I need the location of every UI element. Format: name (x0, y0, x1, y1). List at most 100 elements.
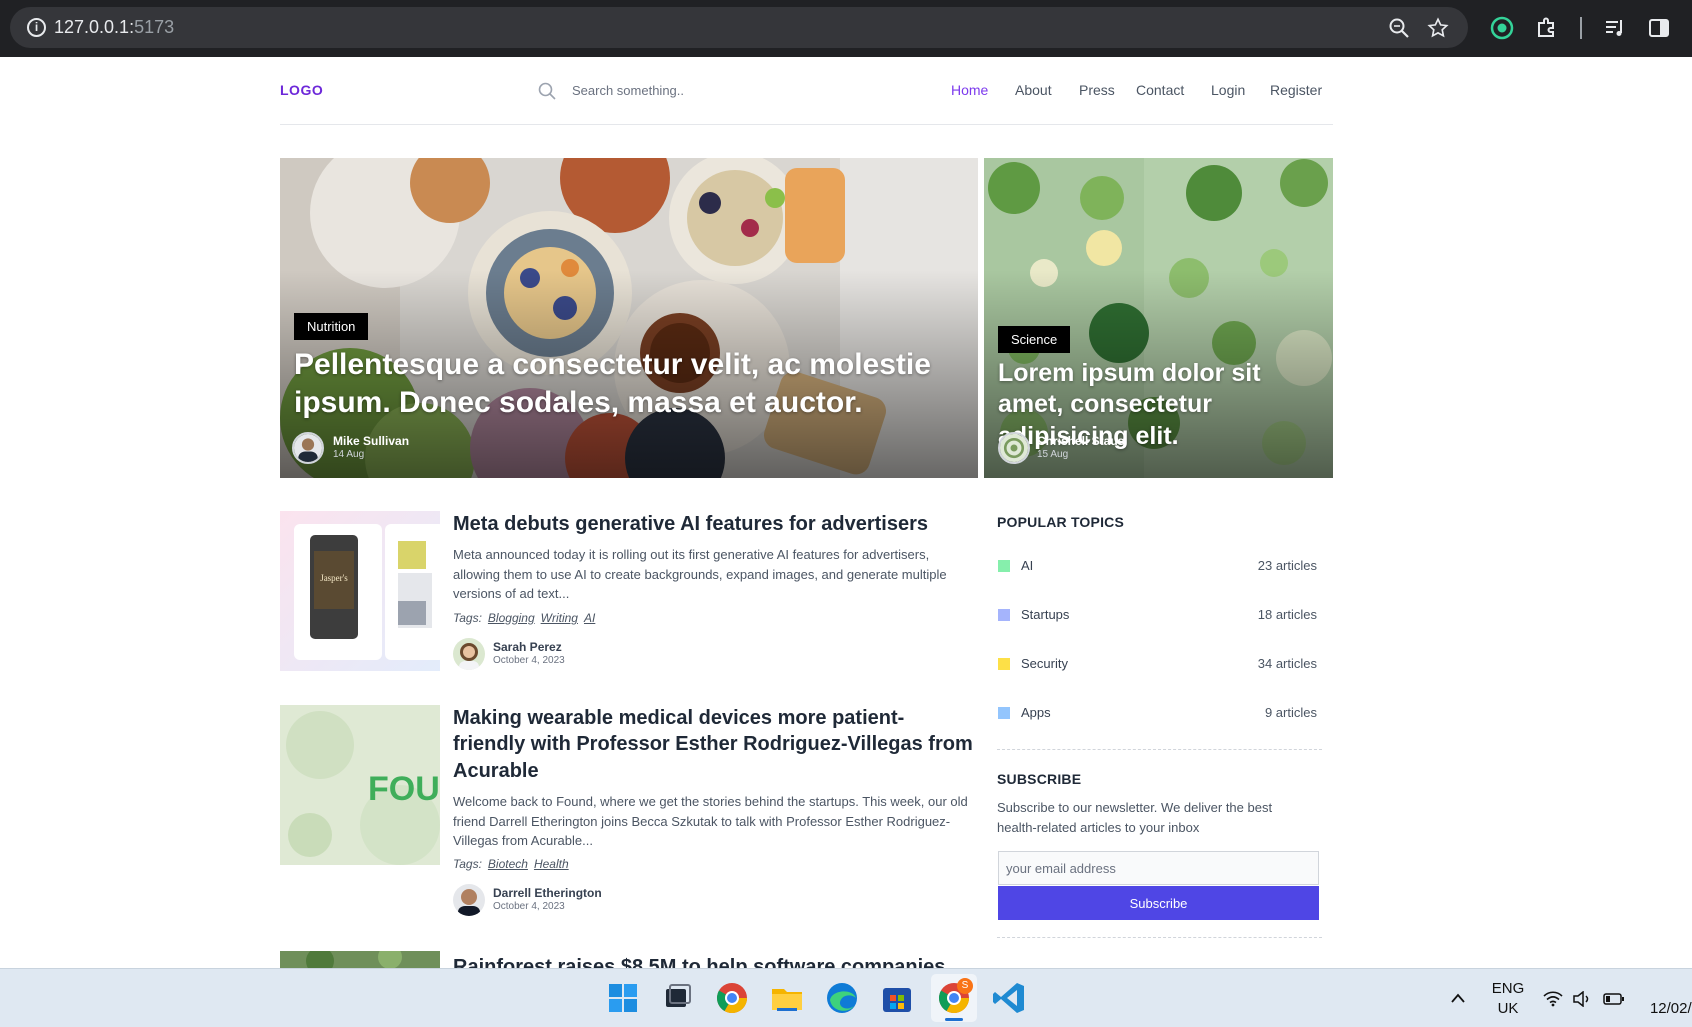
article-card: FOU Making wearable medical devices more… (280, 705, 980, 925)
chrome-active-app[interactable]: S (931, 974, 977, 1022)
extensions-puzzle-icon[interactable] (1535, 16, 1559, 40)
nav-register[interactable]: Register (1270, 82, 1322, 98)
tags-label: Tags: (453, 611, 482, 625)
article-title[interactable]: Meta debuts generative AI features for a… (453, 511, 973, 537)
battery-icon[interactable] (1603, 992, 1625, 1006)
hero-overlay (280, 158, 978, 478)
chevron-up-icon[interactable] (1450, 991, 1466, 1005)
topic-color-swatch (998, 560, 1010, 572)
hero-category-badge[interactable]: Science (998, 326, 1071, 353)
article-excerpt: Meta announced today it is rolling out i… (453, 547, 947, 601)
topic-item[interactable]: Startups 18 articles (997, 605, 1317, 625)
toolbar-separator (1580, 17, 1582, 39)
nav-home[interactable]: Home (951, 82, 988, 98)
article-title[interactable]: Rainforest raises $8.5M to help software… (453, 954, 973, 968)
topic-count: 9 articles (1264, 705, 1317, 720)
wifi-icon[interactable] (1543, 991, 1563, 1007)
topic-item[interactable]: AI 23 articles (997, 556, 1317, 576)
vscode-icon[interactable] (989, 978, 1029, 1018)
clock-date: 12/02/2 (1649, 1000, 1692, 1017)
system-clock[interactable]: 1 12/02/2 (1640, 979, 1692, 1019)
address-bar[interactable]: i 127.0.0.1:5173 (10, 7, 1468, 48)
article-date: October 4, 2023 (493, 901, 565, 912)
article-thumbnail[interactable]: FOU (280, 705, 440, 865)
chrome-icon[interactable] (712, 978, 752, 1018)
ad-mockup-image: Jasper's (280, 511, 440, 671)
article-thumbnail[interactable] (280, 951, 440, 968)
header-divider (280, 124, 1333, 125)
edge-icon[interactable] (822, 978, 862, 1018)
profile-badge: S (957, 978, 973, 994)
article-date: October 4, 2023 (493, 655, 565, 666)
article-thumbnail[interactable]: Jasper's (280, 511, 440, 671)
language-indicator[interactable]: ENG UK (1490, 979, 1526, 1019)
volume-icon[interactable] (1572, 991, 1592, 1007)
thumbnail-brand-text: FOU (368, 770, 440, 808)
author-avatar (453, 884, 485, 916)
topic-color-swatch (998, 658, 1010, 670)
article-tags: Tags: Biotech Health (453, 857, 569, 871)
topic-name: Security (1021, 656, 1068, 671)
hero-date: 15 Aug (1037, 449, 1069, 460)
url-text[interactable]: 127.0.0.1:5173 (54, 17, 174, 38)
extension-green-icon[interactable] (1490, 16, 1514, 40)
windows-start-icon[interactable] (603, 978, 643, 1018)
topic-color-swatch (998, 707, 1010, 719)
task-view-icon[interactable] (657, 978, 697, 1018)
region-code: UK (1497, 1000, 1519, 1017)
nav-press[interactable]: Press (1079, 82, 1115, 98)
topic-count: 18 articles (1257, 607, 1317, 622)
subscribe-button[interactable]: Subscribe (998, 886, 1319, 920)
article-card: Rainforest raises $8.5M to help software… (280, 951, 980, 968)
topic-name: Apps (1021, 705, 1051, 720)
article-title[interactable]: Making wearable medical devices more pat… (453, 705, 973, 784)
topic-count: 23 articles (1257, 558, 1317, 573)
clock-time: 1 (1640, 979, 1692, 999)
microsoft-store-icon[interactable] (877, 978, 917, 1018)
hero-author-name[interactable]: Mike Sullivan (333, 434, 409, 448)
hero-title[interactable]: Pellentesque a consectetur velit, ac mol… (294, 346, 954, 421)
site-info-icon[interactable]: i (27, 18, 46, 37)
article-excerpt: Welcome back to Found, where we get the … (453, 794, 968, 848)
bookmark-star-icon[interactable] (1427, 17, 1449, 39)
hero-category-badge[interactable]: Nutrition (294, 313, 369, 340)
subscribe-description: Subscribe to our newsletter. We deliver … (997, 800, 1273, 836)
zoom-icon[interactable] (1388, 17, 1410, 39)
topic-item[interactable]: Apps 9 articles (997, 703, 1317, 723)
topic-color-swatch (998, 609, 1010, 621)
hero-secondary-post[interactable]: Science Lorem ipsum dolor sit amet, cons… (984, 158, 1333, 478)
topic-item[interactable]: Security 34 articles (997, 654, 1317, 674)
url-host: 127.0.0.1: (54, 17, 135, 37)
active-indicator (945, 1018, 963, 1021)
nav-login[interactable]: Login (1211, 82, 1245, 98)
email-field[interactable] (998, 851, 1319, 885)
media-controls-icon[interactable] (1603, 16, 1627, 40)
sidebar-divider (997, 749, 1322, 750)
hero-date: 14 Aug (333, 449, 365, 460)
author-avatar (453, 638, 485, 670)
main-nav: Home About Press Contact Login Register (0, 82, 1692, 102)
nav-about[interactable]: About (1015, 82, 1052, 98)
article-card: Jasper's Meta debuts generative AI featu… (280, 511, 980, 676)
subscribe-heading: SUBSCRIBE (997, 771, 1082, 787)
article-author[interactable]: Sarah Perez (493, 640, 562, 654)
tag-link[interactable]: Writing (541, 611, 578, 625)
hero-author-name[interactable]: Chrishell Staus (1037, 434, 1124, 448)
nav-contact[interactable]: Contact (1136, 82, 1184, 98)
topic-count: 34 articles (1257, 656, 1317, 671)
language-code: ENG (1491, 980, 1525, 997)
thumbnail-brand-text: Jasper's (320, 573, 348, 583)
tag-link[interactable]: Biotech (488, 857, 528, 871)
side-panel-icon[interactable] (1647, 16, 1671, 40)
file-explorer-icon[interactable] (767, 978, 807, 1018)
tag-link[interactable]: Blogging (488, 611, 535, 625)
sidebar-divider (997, 937, 1322, 938)
found-podcast-image: FOU (280, 705, 440, 865)
hero-featured-post[interactable]: Nutrition Pellentesque a consectetur vel… (280, 158, 978, 478)
tag-link[interactable]: AI (584, 611, 595, 625)
author-avatar (292, 432, 324, 464)
url-port: 5173 (134, 17, 175, 37)
tag-link[interactable]: Health (534, 857, 569, 871)
article-tags: Tags: Blogging Writing AI (453, 611, 595, 625)
article-author[interactable]: Darrell Etherington (493, 886, 602, 900)
